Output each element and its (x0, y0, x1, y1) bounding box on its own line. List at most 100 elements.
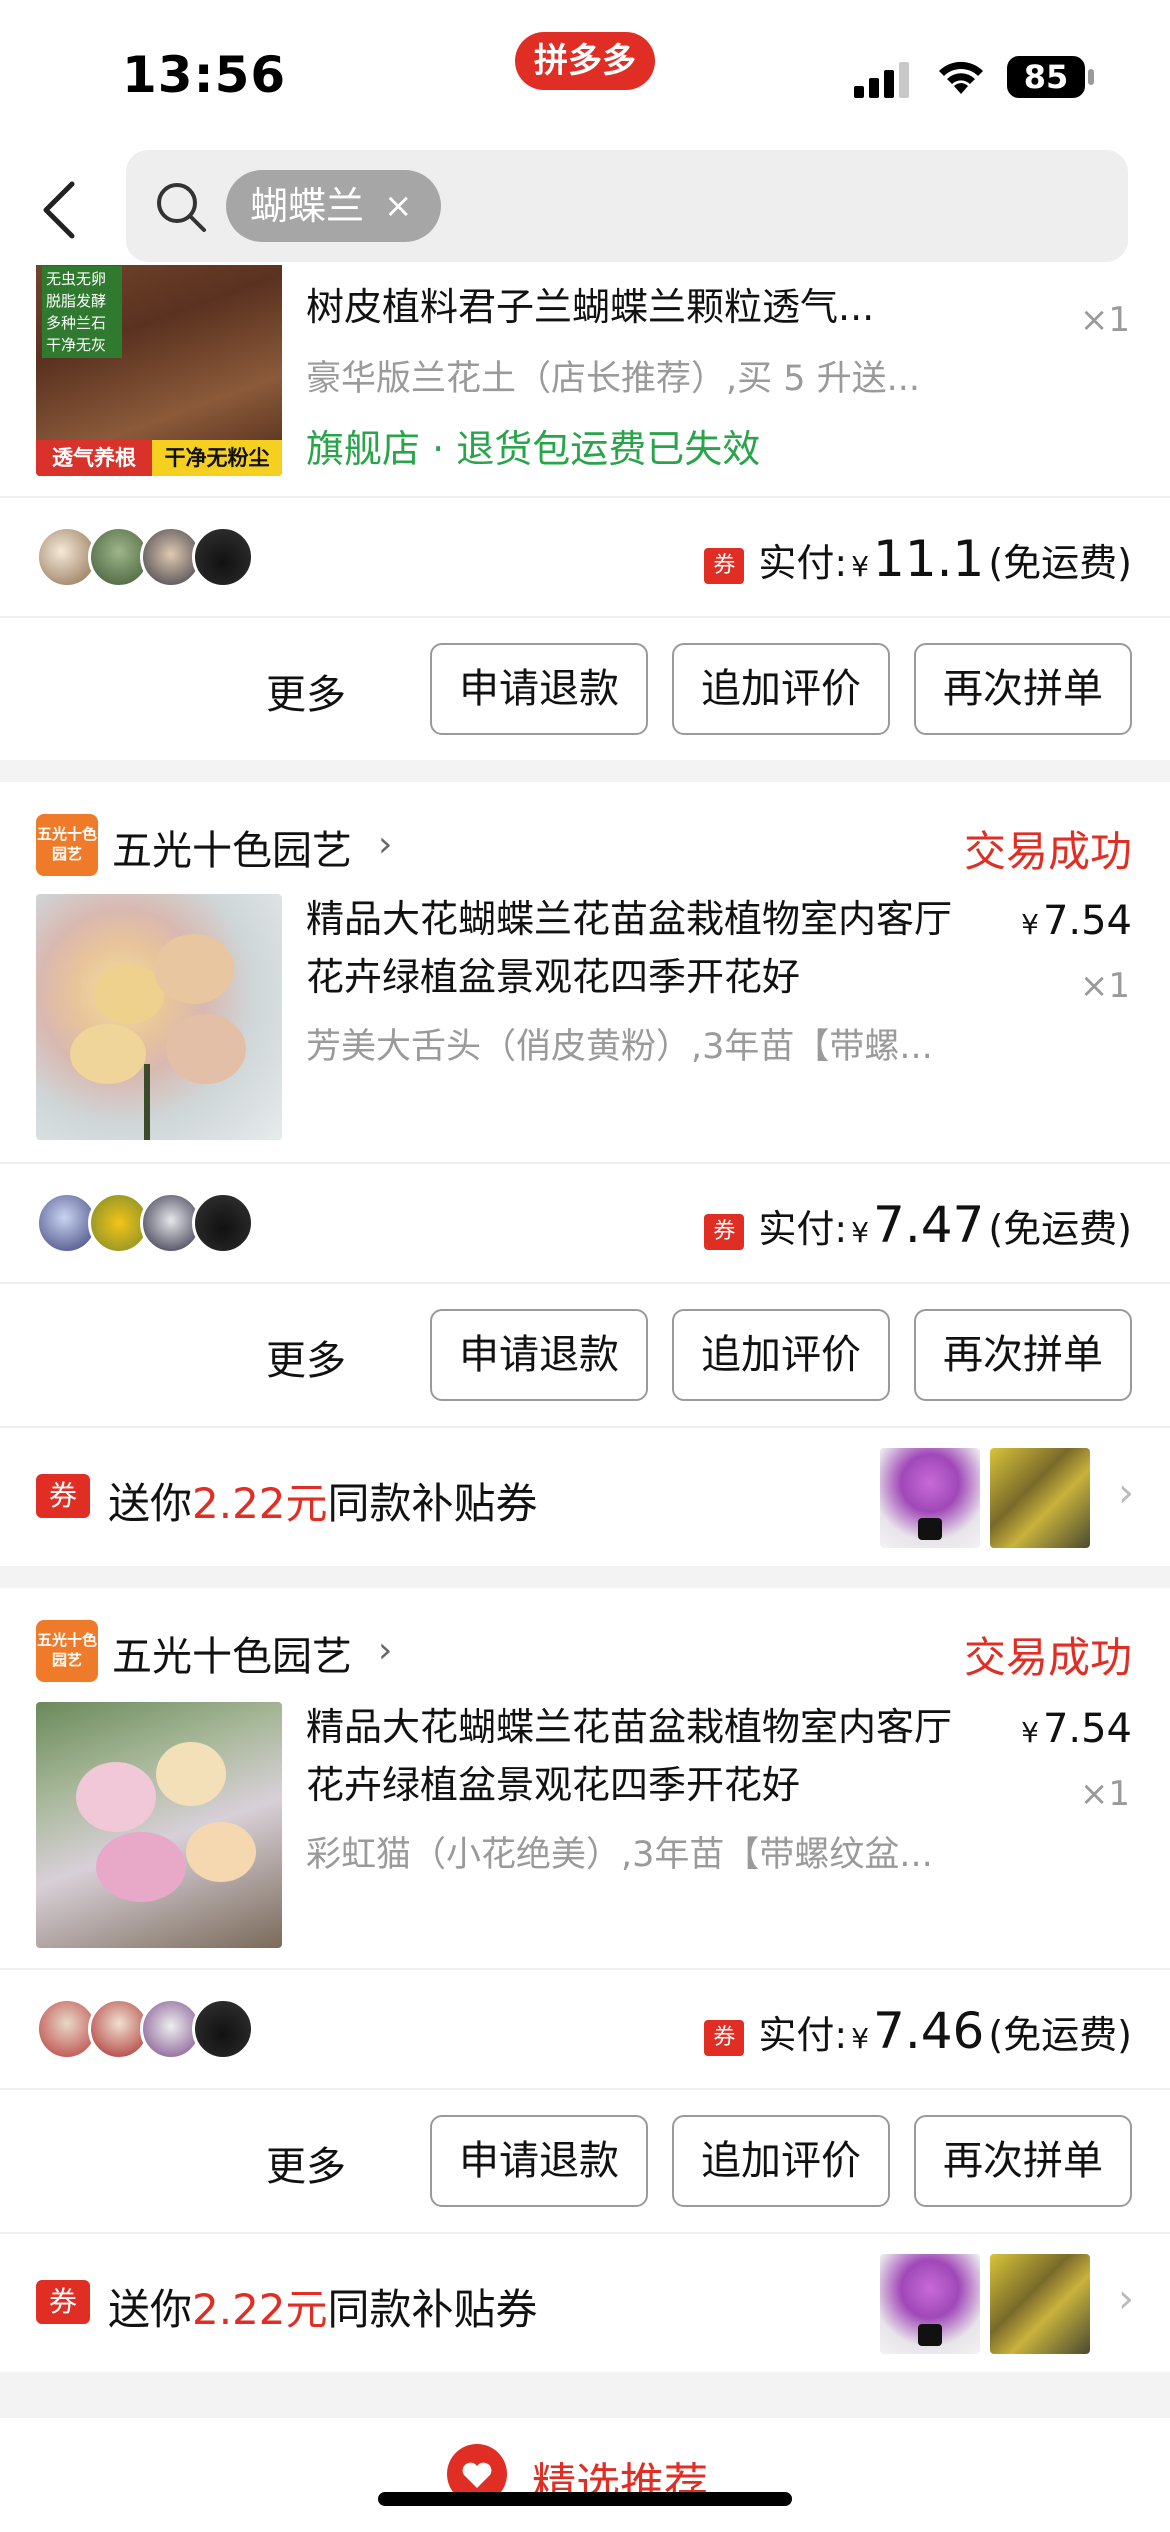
app-badge: 拼多多 (515, 32, 655, 90)
order-status: 交易成功 (963, 1633, 1132, 1682)
currency-symbol: ¥ (851, 1216, 870, 1249)
divider (0, 1162, 1170, 1164)
product-title[interactable]: 树皮植料君子兰蝴蝶兰颗粒透气... (306, 278, 986, 336)
paid-value: 11.1 (873, 530, 985, 588)
recommended-product-thumbnail[interactable] (880, 1448, 980, 1548)
product-thumbnail[interactable] (36, 1702, 282, 1948)
search-icon (157, 183, 206, 232)
reorder-button[interactable]: 再次拼单 (914, 2115, 1132, 2207)
reorder-button[interactable]: 再次拼单 (914, 1309, 1132, 1401)
coupon-suffix: 同款补贴券 (327, 2285, 538, 2334)
shop-logo: 五光十色园艺 (36, 814, 98, 876)
divider (0, 2088, 1170, 2090)
battery-indicator: 85 (1007, 56, 1085, 98)
product-price: ¥7.54 (1021, 898, 1132, 944)
avatar (192, 1192, 254, 1254)
back-arrow-icon[interactable] (36, 180, 86, 240)
thumb-tag: 干净无灰 (46, 336, 107, 354)
status-bar: 13:56 拼多多 85 (0, 0, 1170, 150)
currency-symbol: ¥ (1021, 1716, 1039, 1749)
product-thumbnail[interactable] (36, 894, 282, 1140)
reorder-button[interactable]: 再次拼单 (914, 643, 1132, 735)
coupon-suffix: 同款补贴券 (327, 1479, 538, 1528)
paid-value: 7.47 (873, 1196, 985, 1254)
thumb-tag: 透气养根 (36, 440, 152, 476)
wifi-icon (939, 61, 983, 94)
add-review-button[interactable]: 追加评价 (672, 1309, 890, 1401)
shipping-note: (免运费) (988, 2013, 1132, 2057)
paid-value: 7.46 (873, 2002, 985, 2060)
search-keyword-chip[interactable]: 蝴蝶兰 × (226, 170, 441, 242)
thumb-tag: 脱脂发酵 (46, 292, 107, 310)
more-button[interactable]: 更多 (266, 1328, 346, 1386)
product-quantity: ×1 (1079, 300, 1130, 340)
product-spec: 彩虹猫（小花绝美）,3年苗【带螺纹盆... (306, 1835, 933, 1875)
paid-amount: 券 实付: ¥ 7.46 (免运费) (704, 2002, 1132, 2060)
divider (0, 1968, 1170, 1970)
more-button[interactable]: 更多 (266, 662, 346, 720)
coupon-tag-icon: 券 (704, 2020, 745, 2056)
recommend-section-header: 精选推荐 (0, 2418, 1170, 2532)
avatar (192, 526, 254, 588)
coupon-prefix: 送你 (108, 2285, 193, 2334)
shipping-note: (免运费) (988, 541, 1132, 585)
product-price: ¥7.54 (1021, 1706, 1132, 1752)
shop-name[interactable]: 五光十色园艺 (112, 818, 352, 876)
thumb-tag: 干净无粉尘 (152, 440, 282, 476)
recommended-product-thumbnail[interactable] (880, 2254, 980, 2354)
thumb-tag: 多种兰石 (46, 314, 107, 332)
refund-button[interactable]: 申请退款 (430, 1309, 648, 1401)
thumb-tag: 无虫无卵 (46, 270, 107, 288)
coupon-prefix: 送你 (108, 1479, 193, 1528)
refund-button[interactable]: 申请退款 (430, 2115, 648, 2207)
paid-label: 实付: (758, 2013, 848, 2057)
shop-name[interactable]: 五光十色园艺 (112, 1624, 352, 1682)
coupon-icon: 券 (36, 2280, 90, 2324)
price-value: 7.54 (1042, 898, 1132, 944)
chevron-right-icon: › (378, 824, 393, 865)
search-input[interactable]: 蝴蝶兰 × (126, 150, 1128, 262)
home-indicator[interactable] (378, 2492, 792, 2506)
recommended-product-thumbnail[interactable] (990, 1448, 1090, 1548)
coupon-value: 2.22元 (192, 1479, 328, 1528)
recommended-product-thumbnail[interactable] (990, 2254, 1090, 2354)
subsidy-coupon-row[interactable]: 券 送你2.22元同款补贴券 › (0, 1428, 1170, 1566)
return-shipping-status: 旗舰店 · 退货包运费已失效 (306, 427, 761, 471)
status-time: 13:56 (122, 46, 287, 104)
coupon-icon: 券 (36, 1474, 90, 1518)
add-review-button[interactable]: 追加评价 (672, 2115, 890, 2207)
coupon-tag-icon: 券 (704, 1214, 745, 1250)
more-button[interactable]: 更多 (266, 2134, 346, 2192)
paid-label: 实付: (758, 1207, 848, 1251)
product-quantity: ×1 (1079, 1774, 1130, 1814)
battery-tip (1088, 69, 1094, 85)
product-spec: 芳美大舌头（俏皮黄粉）,3年苗【带螺... (306, 1027, 933, 1067)
product-title[interactable]: 精品大花蝴蝶兰花苗盆栽植物室内客厅花卉绿植盆景观花四季开花好 (306, 890, 986, 1006)
coupon-text: 送你2.22元同款补贴券 (108, 2276, 538, 2337)
divider (0, 1282, 1170, 1284)
subsidy-coupon-row[interactable]: 券 送你2.22元同款补贴券 › (0, 2234, 1170, 2372)
clear-keyword-icon[interactable]: × (384, 170, 413, 242)
shipping-note: (免运费) (988, 1207, 1132, 1251)
avatar (192, 1998, 254, 2060)
shop-logo: 五光十色园艺 (36, 1620, 98, 1682)
add-review-button[interactable]: 追加评价 (672, 643, 890, 735)
product-title[interactable]: 精品大花蝴蝶兰花苗盆栽植物室内客厅花卉绿植盆景观花四季开花好 (306, 1698, 986, 1814)
search-header: 蝴蝶兰 × (0, 150, 1170, 265)
shop-header[interactable]: 五光十色园艺 五光十色园艺 › 交易成功 (0, 1606, 1170, 1686)
price-value: 7.54 (1042, 1706, 1132, 1752)
coupon-text: 送你2.22元同款补贴券 (108, 1470, 538, 1531)
product-thumbnail[interactable]: 无虫无卵 脱脂发酵 多种兰石 干净无灰 透气养根 干净无粉尘 (36, 230, 282, 476)
shop-header[interactable]: 五光十色园艺 五光十色园艺 › 交易成功 (0, 800, 1170, 880)
section-gap (0, 2372, 1170, 2418)
currency-symbol: ¥ (851, 550, 870, 583)
coupon-tag-icon: 券 (704, 548, 745, 584)
divider (0, 496, 1170, 498)
cellular-signal-icon (854, 62, 912, 98)
chevron-right-icon: › (1118, 1470, 1134, 1516)
divider (0, 616, 1170, 618)
refund-button[interactable]: 申请退款 (430, 643, 648, 735)
currency-symbol: ¥ (851, 2022, 870, 2055)
search-keyword: 蝴蝶兰 (250, 184, 365, 228)
paid-amount: 券 实付: ¥ 7.47 (免运费) (704, 1196, 1132, 1254)
